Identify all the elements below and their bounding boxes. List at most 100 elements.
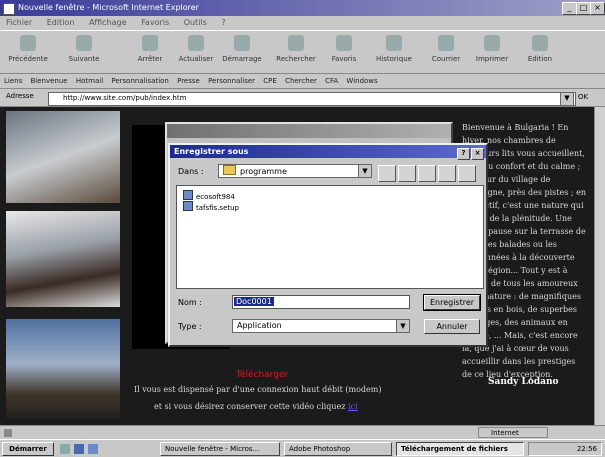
- download-heading: Télécharger: [236, 370, 289, 380]
- file-item[interactable]: tafsfis.setup: [183, 201, 239, 213]
- taskbar-item-browser[interactable]: Nouvelle fenêtre - Micros...: [160, 442, 280, 456]
- mail-icon: [438, 35, 454, 51]
- favorites-button[interactable]: Favoris: [322, 35, 366, 71]
- security-zone: Internet: [478, 427, 548, 438]
- save-button[interactable]: Enregistrer: [423, 294, 481, 311]
- cancel-button[interactable]: Annuler: [424, 319, 480, 334]
- ie-logo-icon: [3, 3, 15, 15]
- status-bar: Internet: [0, 425, 605, 439]
- save-dialog-title-bar: Enregistrer sous ? ×: [170, 145, 486, 160]
- signature-text: Sandy Lodano: [488, 377, 559, 387]
- desktop-icon[interactable]: [418, 165, 436, 182]
- refresh-button[interactable]: Actualiser: [174, 35, 218, 71]
- search-icon: [288, 35, 304, 51]
- photo-village: [6, 319, 120, 419]
- history-icon: [386, 35, 402, 51]
- clock: 22:56: [576, 445, 597, 453]
- connection-note: Il vous est dispensé par d'une connexion…: [134, 385, 382, 394]
- links-label: Liens: [4, 77, 23, 85]
- save-dialog-title: Enregistrer sous: [174, 147, 249, 156]
- file-name-label: Nom :: [178, 298, 202, 307]
- save-note: et si vous désirez conserver cette vidéo…: [154, 402, 358, 411]
- link-item[interactable]: Chercher: [285, 77, 317, 85]
- back-arrow-icon: [20, 35, 36, 51]
- browser-toolbar: Précédente Suivante Arrêter Actualiser D…: [0, 30, 605, 74]
- window-title: Nouvelle fenêtre - Microsoft Internet Ex…: [18, 3, 199, 12]
- menu-help[interactable]: ?: [221, 18, 225, 27]
- chevron-down-icon[interactable]: ▼: [560, 92, 574, 106]
- forward-arrow-icon: [76, 35, 92, 51]
- photo-woman-snow: [6, 211, 120, 307]
- printer-icon: [484, 35, 500, 51]
- link-item[interactable]: CPE: [263, 77, 277, 85]
- file-list[interactable]: ecosoft984 tafsfis.setup: [176, 185, 484, 289]
- maximize-icon[interactable]: □: [576, 2, 591, 15]
- download-link[interactable]: ici: [348, 402, 358, 411]
- edit-icon: [532, 35, 548, 51]
- folder-icon: [223, 165, 236, 175]
- link-item[interactable]: CFA: [325, 77, 338, 85]
- back-button[interactable]: Précédente: [6, 35, 50, 71]
- file-icon: [183, 190, 193, 200]
- quicklaunch-icon[interactable]: [74, 444, 84, 454]
- taskbar-item-download[interactable]: Téléchargement de fichiers: [396, 442, 524, 456]
- link-item[interactable]: Personnaliser: [208, 77, 255, 85]
- menu-affichage[interactable]: Affichage: [89, 18, 127, 27]
- menu-fichier[interactable]: Fichier: [6, 18, 32, 27]
- refresh-icon: [188, 35, 204, 51]
- vertical-scrollbar[interactable]: [594, 107, 605, 425]
- print-button[interactable]: Imprimer: [470, 35, 514, 71]
- taskbar-item-photoshop[interactable]: Adobe Photoshop: [284, 442, 392, 456]
- search-button[interactable]: Rechercher: [274, 35, 318, 71]
- page-icon: [4, 429, 12, 437]
- home-button[interactable]: Démarrage: [220, 35, 264, 71]
- photo-ski-chalet: [6, 111, 120, 203]
- list-view-icon[interactable]: [438, 165, 456, 182]
- window-title-bar: Nouvelle fenêtre - Microsoft Internet Ex…: [0, 0, 605, 16]
- link-item[interactable]: Presse: [177, 77, 200, 85]
- file-type-label: Type :: [178, 322, 202, 331]
- history-button[interactable]: Historique: [372, 35, 416, 71]
- home-icon: [234, 35, 250, 51]
- chevron-down-icon[interactable]: ▼: [358, 165, 371, 177]
- help-icon[interactable]: ?: [457, 148, 470, 160]
- quicklaunch-icon[interactable]: [88, 444, 98, 454]
- links-bar: Liens Bienvenue Hotmail Personnalisation…: [0, 74, 605, 89]
- link-item[interactable]: Bienvenue: [30, 77, 67, 85]
- minimize-icon[interactable]: _: [562, 2, 577, 15]
- link-item[interactable]: Hotmail: [76, 77, 103, 85]
- chevron-down-icon[interactable]: ▼: [396, 320, 409, 332]
- file-type-select[interactable]: Application ▼: [232, 319, 410, 333]
- link-item[interactable]: Personnalisation: [111, 77, 168, 85]
- up-folder-icon[interactable]: [378, 165, 396, 182]
- stop-button[interactable]: Arrêter: [128, 35, 172, 71]
- favorites-icon: [336, 35, 352, 51]
- look-in-select[interactable]: programme ▼: [218, 164, 372, 178]
- mail-button[interactable]: Courrier: [424, 35, 468, 71]
- edit-button[interactable]: Edition: [518, 35, 562, 71]
- link-item[interactable]: Windows: [346, 77, 377, 85]
- file-name-input[interactable]: Doc0001: [232, 295, 410, 309]
- new-folder-icon[interactable]: [398, 165, 416, 182]
- forward-button[interactable]: Suivante: [62, 35, 106, 71]
- address-label: Adresse: [6, 92, 34, 100]
- system-tray: 22:56: [528, 442, 602, 456]
- go-button[interactable]: OK: [578, 93, 588, 101]
- menu-edition[interactable]: Edition: [47, 18, 75, 27]
- address-input[interactable]: http://www.site.com/pub/index.htm: [48, 92, 576, 106]
- stop-icon: [142, 35, 158, 51]
- details-view-icon[interactable]: [458, 165, 476, 182]
- start-button[interactable]: Démarrer: [2, 442, 54, 456]
- close-icon[interactable]: ×: [471, 148, 484, 160]
- quicklaunch-icon[interactable]: [60, 444, 70, 454]
- close-icon[interactable]: ×: [590, 2, 605, 15]
- menu-bar: Fichier Edition Affichage Favoris Outils…: [0, 16, 605, 30]
- address-bar: Adresse http://www.site.com/pub/index.ht…: [0, 89, 605, 107]
- menu-favoris[interactable]: Favoris: [141, 18, 169, 27]
- file-icon: [183, 201, 193, 211]
- windows-taskbar: Démarrer Nouvelle fenêtre - Micros... Ad…: [0, 439, 605, 457]
- download-dialog-title: [167, 124, 451, 138]
- menu-outils[interactable]: Outils: [184, 18, 207, 27]
- save-as-dialog: Enregistrer sous ? × Dans : programme ▼ e…: [168, 143, 488, 347]
- look-in-label: Dans :: [178, 167, 204, 176]
